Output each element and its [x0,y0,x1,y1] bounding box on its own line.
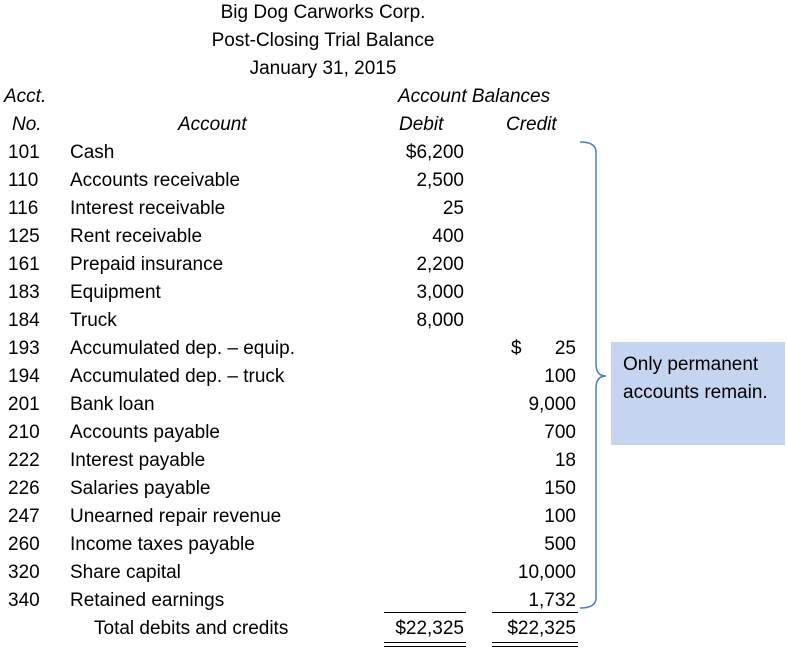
table-row: 161 Prepaid insurance 2,200 [0,254,600,282]
acct-no: 260 [8,534,40,555]
account-name: Unearned repair revenue [70,506,282,527]
account-name: Rent receivable [70,226,203,247]
debit-header: Debit [399,114,444,135]
table-row: 101 Cash $6,200 [0,142,600,170]
table-row: 260 Income taxes payable 500 [0,534,600,562]
account-name: Interest payable [70,450,206,471]
account-name: Interest receivable [70,198,226,219]
acct-no: 125 [8,226,40,247]
callout-box: Only permanent accounts remain. [611,342,785,445]
credit-value: 500 [544,534,576,555]
account-name: Income taxes payable [70,534,255,555]
debit-value: 8,000 [416,310,464,331]
table-row: 193 Accumulated dep. – equip. $25 [0,338,600,366]
account-name: Bank loan [70,394,155,415]
totals-debit: $22,325 [395,618,464,639]
debit-value: 2,200 [416,254,464,275]
acct-no: 161 [8,254,40,275]
debit-value: 25 [442,198,464,219]
acct-header-line1: Acct. [4,86,47,107]
account-name: Accumulated dep. – equip. [70,338,295,359]
balances-header: Account Balances [398,86,551,107]
account-name: Salaries payable [70,478,211,499]
acct-no: 201 [8,394,40,415]
company-name: Big Dog Carworks Corp. [220,2,426,23]
table-row: 125 Rent receivable 400 [0,226,600,254]
debit-value: 3,000 [416,282,464,303]
account-name: Truck [70,310,117,331]
account-name: Accounts receivable [70,170,241,191]
table-row: 110 Accounts receivable 2,500 [0,170,600,198]
report-title: Post-Closing Trial Balance [211,30,435,51]
report-date: January 31, 2015 [249,58,397,79]
credit-value: 18 [554,450,576,471]
acct-header-line2: No. [12,114,42,135]
totals-credit: $22,325 [507,618,576,639]
debit-value: 2,500 [416,170,464,191]
account-name: Accumulated dep. – truck [70,366,285,387]
debit-value: $6,200 [405,142,464,163]
credit-value: 150 [544,478,576,499]
totals-label: Total debits and credits [94,618,289,639]
acct-no: 184 [8,310,40,331]
credit-value: 9,000 [528,394,576,415]
credit-value: 1,732 [528,590,576,611]
acct-no: 210 [8,422,40,443]
debit-value: 400 [432,226,464,247]
acct-no: 116 [8,198,39,219]
table-row: 116 Interest receivable 25 [0,198,600,226]
acct-no: 110 [8,170,39,191]
credit-value: 100 [544,366,576,387]
table-row: 320 Share capital 10,000 [0,562,600,590]
table-row: 210 Accounts payable 700 [0,422,600,450]
credit-dollar-sign: $ [511,338,522,359]
account-name: Prepaid insurance [70,254,224,275]
acct-no: 101 [8,142,40,163]
table-row: 226 Salaries payable 150 [0,478,600,506]
acct-no: 183 [8,282,40,303]
acct-no: 226 [8,478,40,499]
account-name: Cash [70,142,115,163]
credit-header: Credit [506,114,557,135]
account-name: Retained earnings [70,590,225,611]
acct-no: 222 [8,450,40,471]
table-row: 247 Unearned repair revenue 100 [0,506,600,534]
debit-subtotal-line [384,612,466,613]
credit-value: 100 [544,506,576,527]
credit-value: 700 [544,422,576,443]
acct-no: 194 [8,366,40,387]
acct-no: 247 [8,506,40,527]
account-header: Account [178,114,247,135]
debit-total-double-line [384,642,466,647]
credit-subtotal-line [492,612,578,613]
brace-bracket [579,141,607,609]
account-name: Share capital [70,562,181,583]
table-row: 194 Accumulated dep. – truck 100 [0,366,600,394]
acct-no: 193 [8,338,40,359]
table-row: 184 Truck 8,000 [0,310,600,338]
account-name: Equipment [70,282,161,303]
table-row: 222 Interest payable 18 [0,450,600,478]
acct-no: 320 [8,562,40,583]
acct-no: 340 [8,590,40,611]
account-name: Accounts payable [70,422,220,443]
credit-value: 10,000 [517,562,576,583]
table-row: 201 Bank loan 9,000 [0,394,600,422]
credit-total-double-line [492,642,578,647]
table-row: 340 Retained earnings 1,732 [0,590,600,618]
table-row: 183 Equipment 3,000 [0,282,600,310]
credit-value: 25 [554,338,576,359]
